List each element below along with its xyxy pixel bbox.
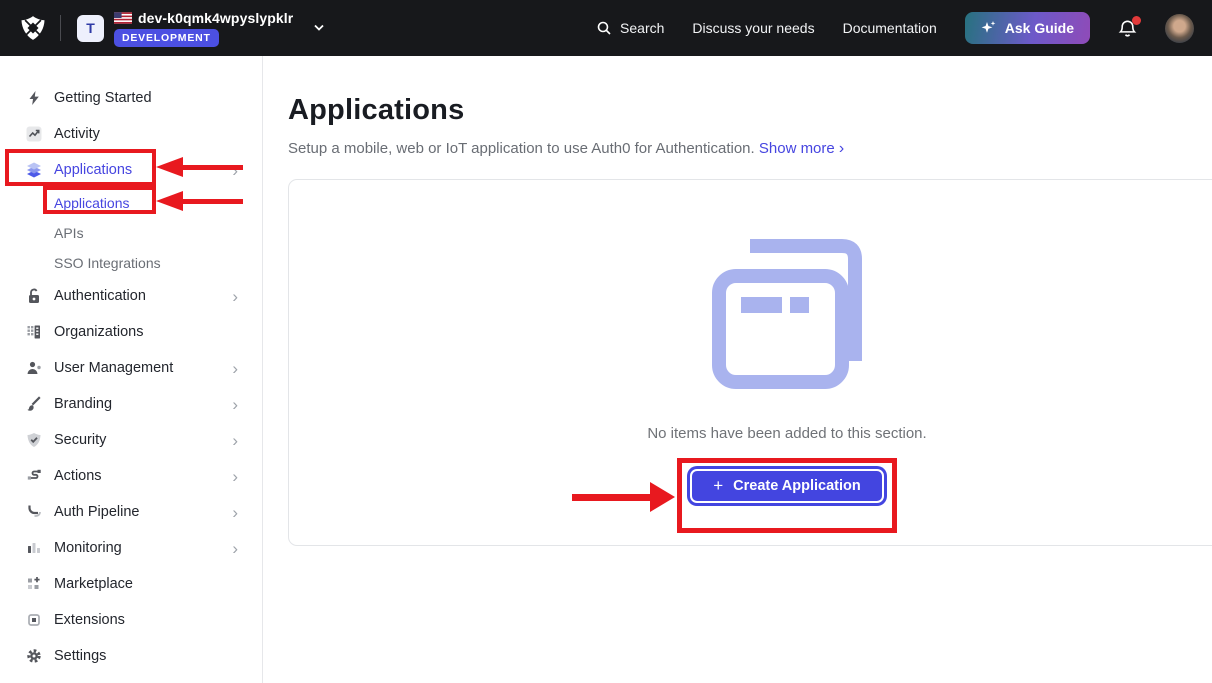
sidebar-item-label: APIs (54, 225, 84, 241)
sidebar-item-activity[interactable]: Activity (0, 116, 262, 152)
chevron-right-icon: › (232, 360, 238, 377)
sidebar-item-label: Marketplace (54, 576, 133, 592)
auth0-shield-icon (20, 15, 46, 41)
us-flag-icon (114, 12, 132, 24)
empty-state-message: No items have been added to this section… (647, 425, 926, 442)
sidebar-item-label: Applications (54, 162, 132, 178)
bolt-icon (26, 90, 42, 106)
chip-icon (26, 612, 42, 628)
sidebar-item-applications[interactable]: Applications › (0, 152, 262, 188)
auth0-logo[interactable] (20, 15, 46, 41)
search-button[interactable]: Search (596, 20, 664, 36)
sidebar-item-label: Authentication (54, 288, 146, 304)
sparkle-icon (981, 20, 997, 36)
pipeline-icon (26, 504, 42, 520)
notifications-button[interactable] (1118, 19, 1137, 38)
chevron-right-icon: › (232, 468, 238, 485)
chevron-right-icon: › (232, 504, 238, 521)
documentation-link[interactable]: Documentation (843, 20, 937, 36)
sidebar-item-applications-sub[interactable]: Applications (0, 188, 262, 218)
sidebar-item-label: Settings (54, 648, 106, 664)
chevron-right-icon: › (232, 432, 238, 449)
activity-icon (26, 126, 42, 142)
sidebar-item-organizations[interactable]: Organizations (0, 314, 262, 350)
sidebar-item-apis-sub[interactable]: APIs (0, 218, 262, 248)
chevron-down-icon (313, 24, 325, 32)
sidebar-item-marketplace[interactable]: Marketplace (0, 566, 262, 602)
gear-icon (26, 648, 42, 664)
sidebar-item-branding[interactable]: Branding › (0, 386, 262, 422)
ask-guide-button[interactable]: Ask Guide (965, 12, 1090, 44)
chevron-right-icon[interactable]: › (839, 140, 844, 157)
sidebar-item-label: Organizations (54, 324, 143, 340)
tenant-name: dev-k0qmk4wpyslypklr (138, 10, 293, 26)
brush-icon (26, 396, 42, 412)
bar-chart-icon (26, 540, 42, 556)
create-application-button[interactable]: + Create Application (687, 466, 887, 506)
chevron-right-icon: › (232, 540, 238, 557)
chevron-right-icon: › (232, 162, 238, 179)
sidebar-item-label: Getting Started (54, 90, 152, 106)
sidebar-item-auth-pipeline[interactable]: Auth Pipeline › (0, 494, 262, 530)
show-more-link[interactable]: Show more (759, 140, 835, 157)
main-content: Applications Setup a mobile, web or IoT … (263, 56, 1212, 683)
shield-icon (26, 432, 42, 448)
applications-empty-card: No items have been added to this section… (288, 179, 1212, 546)
sidebar-item-user-management[interactable]: User Management › (0, 350, 262, 386)
layers-icon (26, 162, 42, 178)
page-subtitle: Setup a mobile, web or IoT application t… (288, 140, 1212, 158)
sidebar-item-getting-started[interactable]: Getting Started (0, 80, 262, 116)
top-header: T dev-k0qmk4wpyslypklr DEVELOPMENT (0, 0, 1212, 56)
sidebar-item-authentication[interactable]: Authentication › (0, 278, 262, 314)
user-avatar[interactable] (1165, 14, 1194, 43)
sidebar-item-label: Activity (54, 126, 100, 142)
building-icon (26, 324, 42, 340)
chevron-right-icon: › (232, 288, 238, 305)
search-icon (596, 20, 612, 36)
page-title: Applications (288, 94, 1212, 127)
environment-badge: DEVELOPMENT (114, 29, 219, 47)
tenant-switcher[interactable]: T dev-k0qmk4wpyslypklr DEVELOPMENT (77, 10, 325, 47)
sidebar-item-label: Actions (54, 468, 102, 484)
sidebar-item-monitoring[interactable]: Monitoring › (0, 530, 262, 566)
sidebar-item-extensions[interactable]: Extensions (0, 602, 262, 638)
header-divider (60, 15, 61, 41)
sidebar-item-actions[interactable]: Actions › (0, 458, 262, 494)
discuss-your-needs-link[interactable]: Discuss your needs (692, 20, 814, 36)
sidebar-item-label: Applications (54, 195, 130, 211)
lock-icon (26, 288, 42, 304)
sidebar-item-sso-integrations-sub[interactable]: SSO Integrations (0, 248, 262, 278)
user-icon (26, 360, 42, 376)
empty-applications-icon (707, 236, 867, 389)
sidebar-item-label: Branding (54, 396, 112, 412)
sidebar-item-settings[interactable]: Settings (0, 638, 262, 674)
flow-icon (26, 468, 42, 484)
sidebar-item-label: Extensions (54, 612, 125, 628)
sidebar-nav: Getting Started Activity Applications › … (0, 56, 263, 683)
sidebar-item-label: Auth Pipeline (54, 504, 139, 520)
grid-plus-icon (26, 576, 42, 592)
sidebar-item-label: Security (54, 432, 106, 448)
sidebar-item-security[interactable]: Security › (0, 422, 262, 458)
auth0-dashboard: T dev-k0qmk4wpyslypklr DEVELOPMENT (0, 0, 1212, 683)
sidebar-item-label: User Management (54, 360, 173, 376)
tenant-avatar: T (77, 15, 104, 42)
sidebar-item-label: Monitoring (54, 540, 122, 556)
chevron-right-icon: › (232, 396, 238, 413)
sidebar-item-label: SSO Integrations (54, 255, 161, 271)
plus-icon: + (713, 476, 723, 496)
notification-dot (1132, 16, 1141, 25)
